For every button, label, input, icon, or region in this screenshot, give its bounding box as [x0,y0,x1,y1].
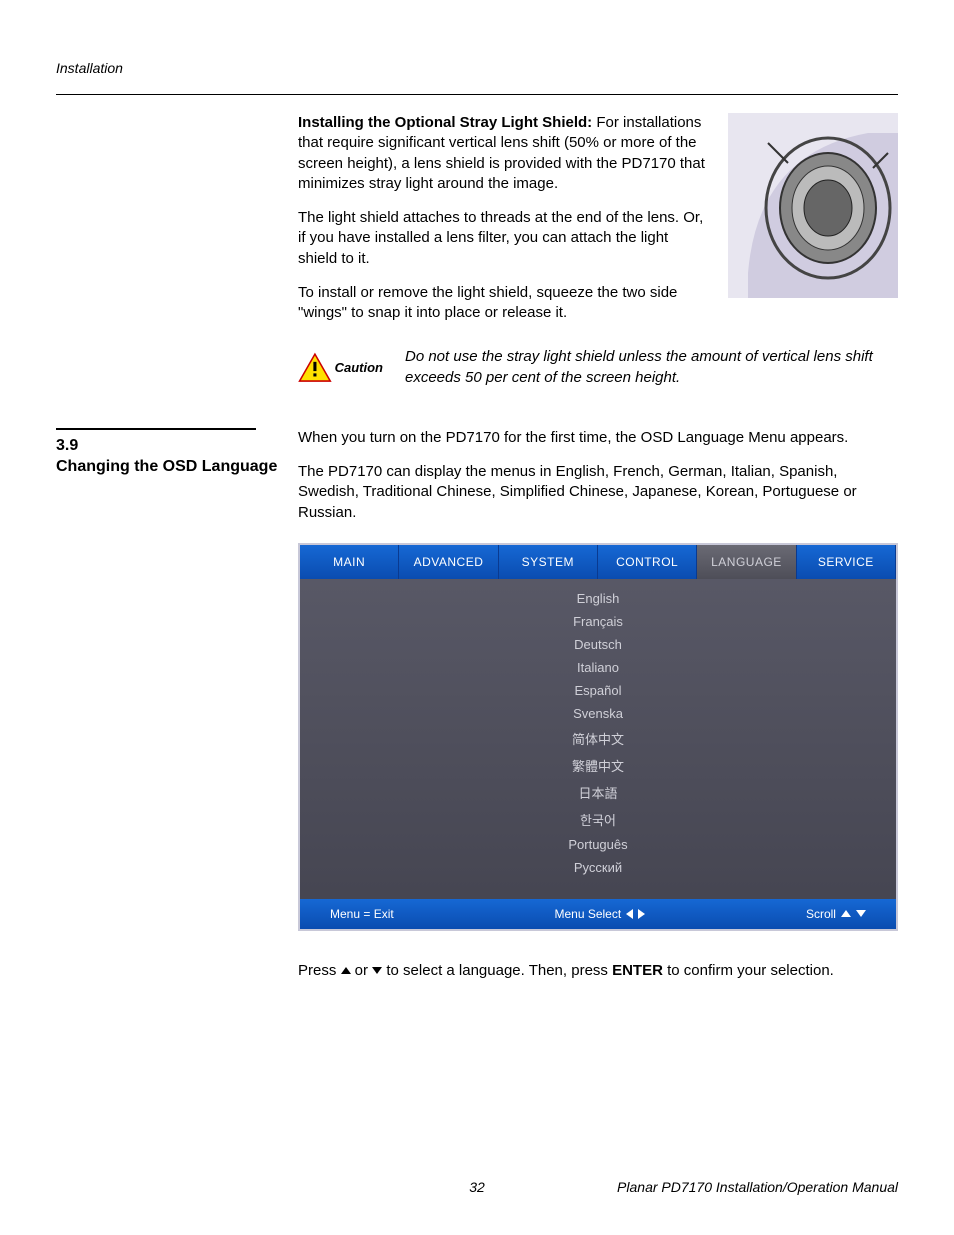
osd-footer: Menu = Exit Menu Select Scroll [300,899,896,929]
osd-tab-system[interactable]: SYSTEM [499,545,598,579]
post-osd-enter: ENTER [612,962,663,979]
page-number: 32 [469,1179,485,1195]
triangle-up-icon [841,910,851,917]
osd-language-option[interactable]: Русский [300,856,896,879]
osd-menu: MAINADVANCEDSYSTEMCONTROLLANGUAGESERVICE… [298,543,898,931]
section-heading: 3.9 Changing the OSD Language [56,436,298,478]
osd-tab-service[interactable]: SERVICE [797,545,896,579]
triangle-down-icon [856,910,866,917]
section-para-2: The PD7170 can display the menus in Engl… [298,462,898,523]
osd-footer-exit: Menu = Exit [330,907,394,921]
osd-language-option[interactable]: Italiano [300,656,896,679]
shield-para-2: The light shield attaches to threads at … [298,208,710,269]
osd-tab-control[interactable]: CONTROL [598,545,697,579]
page-footer: 32 Planar PD7170 Installation/Operation … [56,1179,898,1195]
osd-language-option[interactable]: Français [300,610,896,633]
triangle-down-icon [372,967,382,974]
post-osd-end: to confirm your selection. [663,962,834,979]
shield-para-3: To install or remove the light shield, s… [298,283,710,324]
osd-language-option[interactable]: Português [300,833,896,856]
osd-language-option[interactable]: 한국어 [300,806,896,833]
osd-language-option[interactable]: Svenska [300,702,896,725]
osd-tab-row: MAINADVANCEDSYSTEMCONTROLLANGUAGESERVICE [300,545,896,579]
triangle-right-icon [638,909,645,919]
osd-tab-advanced[interactable]: ADVANCED [399,545,498,579]
osd-language-option[interactable]: 日本語 [300,779,896,806]
caution-block: Caution Do not use the stray light shiel… [298,347,898,388]
lens-shield-illustration [728,113,898,298]
triangle-left-icon [626,909,633,919]
osd-language-option[interactable]: English [300,587,896,610]
post-osd-mid: or [351,962,373,979]
running-header: Installation [56,60,898,76]
osd-language-section: 3.9 Changing the OSD Language When you t… [56,428,898,995]
post-osd-instruction: Press or to select a language. Then, pre… [298,961,898,981]
shield-heading: Installing the Optional Stray Light Shie… [298,114,596,131]
osd-body: EnglishFrançaisDeutschItalianoEspañolSve… [300,579,896,899]
caution-label: Caution [335,360,383,375]
osd-tab-main[interactable]: MAIN [300,545,399,579]
osd-tab-language[interactable]: LANGUAGE [697,545,796,579]
osd-language-option[interactable]: 简体中文 [300,725,896,752]
section-para-1: When you turn on the PD7170 for the firs… [298,428,898,448]
osd-language-option[interactable]: 繁體中文 [300,752,896,779]
caution-text: Do not use the stray light shield unless… [405,347,898,388]
triangle-up-icon [341,967,351,974]
post-osd-pre: Press [298,962,341,979]
osd-language-option[interactable]: Español [300,679,896,702]
shield-para-1: Installing the Optional Stray Light Shie… [298,113,710,194]
osd-footer-select: Menu Select [554,907,645,921]
shield-section: Installing the Optional Stray Light Shie… [56,113,898,428]
osd-footer-select-label: Menu Select [554,907,621,921]
osd-footer-scroll-label: Scroll [806,907,836,921]
section-rule [56,428,256,430]
osd-language-option[interactable]: Deutsch [300,633,896,656]
osd-footer-scroll: Scroll [806,907,866,921]
manual-title: Planar PD7170 Installation/Operation Man… [617,1179,898,1195]
post-osd-after: to select a language. Then, press [382,962,612,979]
header-rule [56,94,898,95]
caution-icon: Caution [298,348,383,388]
